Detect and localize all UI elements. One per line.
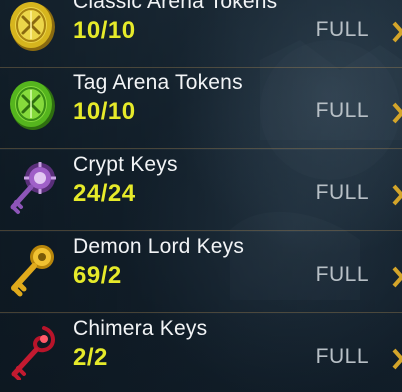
resource-row-demon-lord-keys: Demon Lord Keys 69/2 FULL	[0, 232, 402, 313]
resource-status: FULL	[315, 18, 369, 41]
resource-name: Chimera Keys	[73, 317, 208, 340]
demon-lord-key-icon	[4, 240, 62, 298]
chevron-right-icon[interactable]	[392, 266, 402, 288]
classic-arena-token-icon	[4, 0, 62, 55]
chevron-right-icon[interactable]	[392, 184, 402, 206]
resource-row-crypt-keys: Crypt Keys 24/24 FULL	[0, 150, 402, 231]
resource-status: FULL	[315, 263, 369, 286]
tag-arena-token-icon	[4, 76, 62, 134]
resource-row-classic-arena-tokens: Classic Arena Tokens 10/10 FULL	[0, 0, 402, 68]
resource-count: 2/2	[73, 344, 108, 371]
resource-count: 10/10	[73, 98, 136, 125]
resource-count: 69/2	[73, 262, 122, 289]
resource-count: 10/10	[73, 17, 136, 44]
resource-panel: Classic Arena Tokens 10/10 FULL Tag Aren…	[0, 0, 402, 392]
chevron-right-icon[interactable]	[392, 21, 402, 43]
resource-name: Demon Lord Keys	[73, 235, 245, 258]
chevron-right-icon[interactable]	[392, 348, 402, 370]
crypt-key-icon	[4, 158, 62, 216]
chevron-right-icon[interactable]	[392, 102, 402, 124]
resource-name: Crypt Keys	[73, 153, 178, 176]
resource-row-chimera-keys: Chimera Keys 2/2 FULL	[0, 314, 402, 392]
chimera-key-icon	[4, 322, 62, 380]
resource-status: FULL	[315, 345, 369, 368]
resource-count: 24/24	[73, 180, 136, 207]
resource-status: FULL	[315, 99, 369, 122]
resource-status: FULL	[315, 181, 369, 204]
resource-row-tag-arena-tokens: Tag Arena Tokens 10/10 FULL	[0, 68, 402, 149]
resource-name: Tag Arena Tokens	[73, 71, 243, 94]
resource-name: Classic Arena Tokens	[73, 0, 278, 13]
